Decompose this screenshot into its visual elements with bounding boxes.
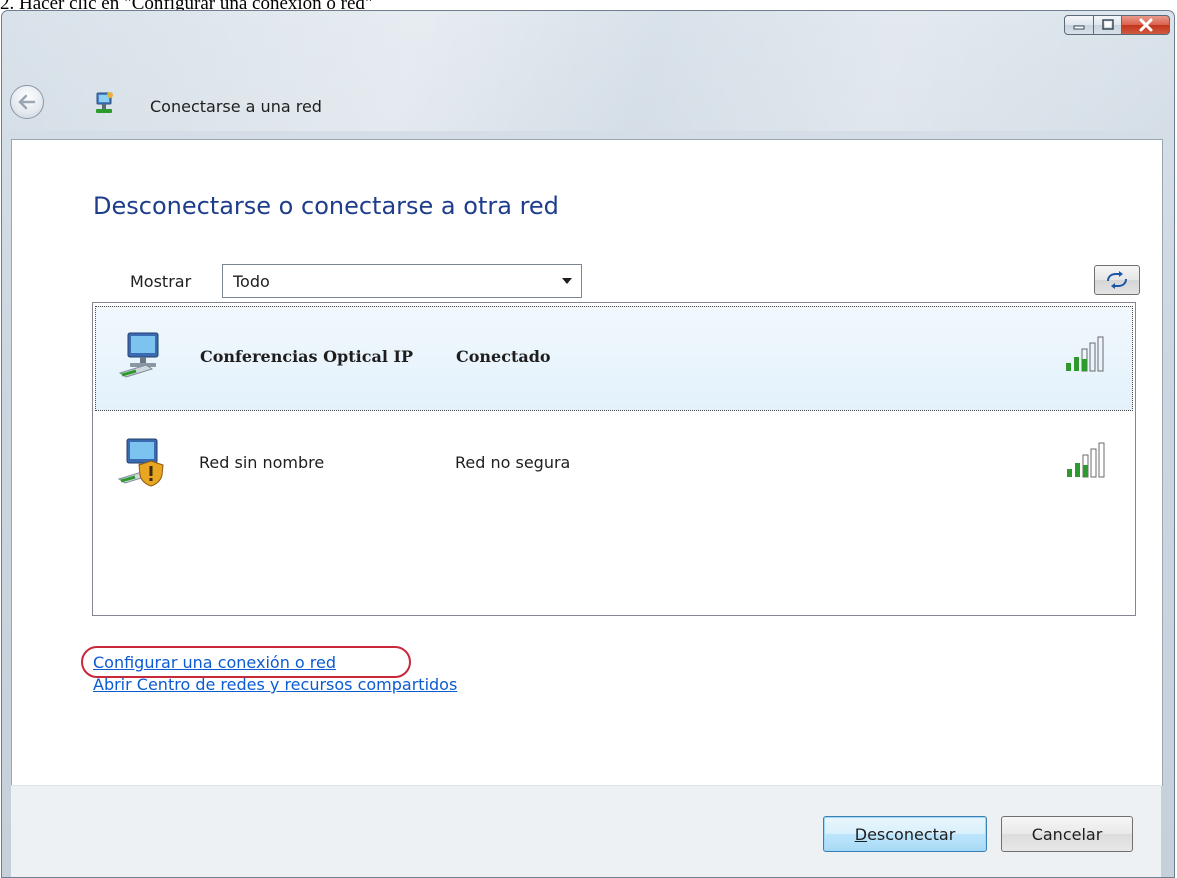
show-filter-label: Mostrar xyxy=(130,272,192,291)
minimize-icon xyxy=(1073,25,1085,30)
network-status: Conectado xyxy=(456,347,551,366)
back-arrow-icon xyxy=(18,94,36,110)
refresh-icon xyxy=(1107,271,1127,289)
signal-strength-icon xyxy=(1067,442,1105,478)
show-filter-value: Todo xyxy=(233,271,270,291)
cancel-button[interactable]: Cancelar xyxy=(1001,816,1133,852)
wireless-network-icon xyxy=(118,332,159,378)
refresh-button[interactable] xyxy=(1094,265,1140,295)
instruction-caption: 2. Hacer clic en "Configurar una conexió… xyxy=(0,0,373,10)
maximize-button[interactable] xyxy=(1094,15,1122,35)
maximize-icon xyxy=(1101,19,1114,30)
chevron-down-icon xyxy=(553,277,581,285)
window-controls xyxy=(1064,15,1170,35)
network-list: Conferencias Optical IP Conectado Red si… xyxy=(92,302,1136,616)
disconnect-label: esconectar xyxy=(867,824,956,844)
dialog-window: Conectarse a una red Desconectarse o con… xyxy=(1,10,1175,878)
button-bar: Desconectar Cancelar xyxy=(11,785,1161,877)
network-wizard-icon xyxy=(96,92,113,113)
window-title: Conectarse a una red xyxy=(150,97,322,116)
unsecured-network-icon xyxy=(117,438,164,487)
network-row[interactable]: Red sin nombre Red no segura xyxy=(95,413,1133,513)
page-heading: Desconectarse o conectarse a otra red xyxy=(93,192,559,220)
disconnect-button[interactable]: Desconectar xyxy=(823,816,987,852)
back-button[interactable] xyxy=(10,85,44,119)
content-panel: Desconectarse o conectarse a otra red Mo… xyxy=(11,139,1163,786)
close-icon xyxy=(1139,18,1152,32)
disconnect-accesskey: D xyxy=(854,824,868,844)
task-links: Configurar una conexión o red Abrir Cent… xyxy=(81,646,457,696)
network-name: Conferencias Optical IP xyxy=(200,347,413,366)
network-name: Red sin nombre xyxy=(199,453,325,472)
show-filter-dropdown[interactable]: Todo xyxy=(222,264,582,298)
signal-strength-icon xyxy=(1066,336,1104,372)
minimize-button[interactable] xyxy=(1064,15,1094,35)
network-row[interactable]: Conferencias Optical IP Conectado xyxy=(95,306,1133,411)
close-button[interactable] xyxy=(1122,15,1170,35)
network-status: Red no segura xyxy=(455,453,571,472)
setup-connection-link[interactable]: Configurar una conexión o red xyxy=(93,652,457,674)
network-center-link[interactable]: Abrir Centro de redes y recursos compart… xyxy=(93,674,457,696)
